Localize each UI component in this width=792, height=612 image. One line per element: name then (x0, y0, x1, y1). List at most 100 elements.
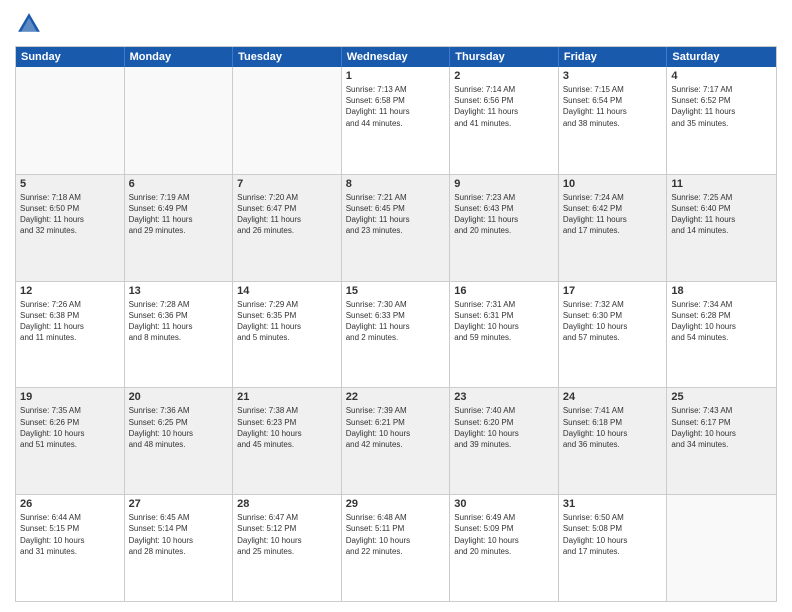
calendar-cell-23: 21 Sunrise: 7:38 AMSunset: 6:23 PMDayligh… (233, 388, 342, 494)
header (15, 10, 777, 38)
day-number: 25 (671, 391, 772, 403)
day-number: 21 (237, 391, 337, 403)
cell-info: Sunrise: 7:41 AMSunset: 6:18 PMDaylight:… (563, 405, 663, 450)
cell-info: Sunrise: 7:30 AMSunset: 6:33 PMDaylight:… (346, 299, 446, 344)
day-number: 1 (346, 70, 446, 82)
cell-info: Sunrise: 7:38 AMSunset: 6:23 PMDaylight:… (237, 405, 337, 450)
day-number: 24 (563, 391, 663, 403)
calendar-cell-0 (16, 67, 125, 174)
cell-info: Sunrise: 6:47 AMSunset: 5:12 PMDaylight:… (237, 512, 337, 557)
cell-info: Sunrise: 7:23 AMSunset: 6:43 PMDaylight:… (454, 192, 554, 237)
calendar-body: 1 Sunrise: 7:13 AMSunset: 6:58 PMDaylight… (16, 67, 776, 601)
day-number: 7 (237, 178, 337, 190)
calendar-row-3: 12 Sunrise: 7:26 AMSunset: 6:38 PMDayligh… (16, 281, 776, 388)
logo (15, 10, 47, 38)
cell-info: Sunrise: 6:49 AMSunset: 5:09 PMDaylight:… (454, 512, 554, 557)
day-number: 12 (20, 285, 120, 297)
calendar-cell-14: 12 Sunrise: 7:26 AMSunset: 6:38 PMDayligh… (16, 282, 125, 388)
day-number: 13 (129, 285, 229, 297)
cell-info: Sunrise: 7:35 AMSunset: 6:26 PMDaylight:… (20, 405, 120, 450)
calendar-cell-26: 24 Sunrise: 7:41 AMSunset: 6:18 PMDayligh… (559, 388, 668, 494)
calendar-cell-3: 1 Sunrise: 7:13 AMSunset: 6:58 PMDaylight… (342, 67, 451, 174)
calendar-cell-12: 10Sunrise: 7:24 AMSunset: 6:42 PMDayligh… (559, 175, 668, 281)
cell-info: Sunrise: 7:24 AMSunset: 6:42 PMDaylight:… (563, 192, 663, 237)
calendar-cell-2 (233, 67, 342, 174)
day-number: 3 (563, 70, 663, 82)
day-number: 9 (454, 178, 554, 190)
day-number: 15 (346, 285, 446, 297)
calendar-cell-15: 13 Sunrise: 7:28 AMSunset: 6:36 PMDayligh… (125, 282, 234, 388)
day-number: 6 (129, 178, 229, 190)
cell-info: Sunrise: 7:31 AMSunset: 6:31 PMDaylight:… (454, 299, 554, 344)
calendar-cell-5: 3 Sunrise: 7:15 AMSunset: 6:54 PMDaylight… (559, 67, 668, 174)
cell-info: Sunrise: 6:44 AMSunset: 5:15 PMDaylight:… (20, 512, 120, 557)
calendar-cell-8: 6 Sunrise: 7:19 AMSunset: 6:49 PMDaylight… (125, 175, 234, 281)
day-number: 26 (20, 498, 120, 510)
cell-info: Sunrise: 7:21 AMSunset: 6:45 PMDaylight:… (346, 192, 446, 237)
calendar-cell-32: 30 Sunrise: 6:49 AMSunset: 5:09 PMDayligh… (450, 495, 559, 601)
calendar-row-5: 26 Sunrise: 6:44 AMSunset: 5:15 PMDayligh… (16, 494, 776, 601)
cell-info: Sunrise: 7:14 AMSunset: 6:56 PMDaylight:… (454, 84, 554, 129)
day-number: 20 (129, 391, 229, 403)
calendar-cell-11: 9 Sunrise: 7:23 AMSunset: 6:43 PMDaylight… (450, 175, 559, 281)
header-day-wednesday: Wednesday (342, 47, 451, 67)
day-number: 31 (563, 498, 663, 510)
calendar-cell-34 (667, 495, 776, 601)
cell-info: Sunrise: 7:34 AMSunset: 6:28 PMDaylight:… (671, 299, 772, 344)
calendar-cell-28: 26 Sunrise: 6:44 AMSunset: 5:15 PMDayligh… (16, 495, 125, 601)
cell-info: Sunrise: 7:18 AMSunset: 6:50 PMDaylight:… (20, 192, 120, 237)
cell-info: Sunrise: 7:43 AMSunset: 6:17 PMDaylight:… (671, 405, 772, 450)
calendar-cell-21: 19 Sunrise: 7:35 AMSunset: 6:26 PMDayligh… (16, 388, 125, 494)
cell-info: Sunrise: 7:29 AMSunset: 6:35 PMDaylight:… (237, 299, 337, 344)
cell-info: Sunrise: 7:39 AMSunset: 6:21 PMDaylight:… (346, 405, 446, 450)
day-number: 28 (237, 498, 337, 510)
calendar-cell-9: 7 Sunrise: 7:20 AMSunset: 6:47 PMDaylight… (233, 175, 342, 281)
cell-info: Sunrise: 7:26 AMSunset: 6:38 PMDaylight:… (20, 299, 120, 344)
day-number: 17 (563, 285, 663, 297)
day-number: 27 (129, 498, 229, 510)
day-number: 30 (454, 498, 554, 510)
calendar-cell-33: 31 Sunrise: 6:50 AMSunset: 5:08 PMDayligh… (559, 495, 668, 601)
calendar-cell-7: 5 Sunrise: 7:18 AMSunset: 6:50 PMDaylight… (16, 175, 125, 281)
cell-info: Sunrise: 6:45 AMSunset: 5:14 PMDaylight:… (129, 512, 229, 557)
calendar-cell-29: 27 Sunrise: 6:45 AMSunset: 5:14 PMDayligh… (125, 495, 234, 601)
cell-info: Sunrise: 6:50 AMSunset: 5:08 PMDaylight:… (563, 512, 663, 557)
cell-info: Sunrise: 7:17 AMSunset: 6:52 PMDaylight:… (671, 84, 772, 129)
calendar-cell-17: 15 Sunrise: 7:30 AMSunset: 6:33 PMDayligh… (342, 282, 451, 388)
cell-info: Sunrise: 6:48 AMSunset: 5:11 PMDaylight:… (346, 512, 446, 557)
day-number: 22 (346, 391, 446, 403)
day-number: 11 (671, 178, 772, 190)
page: SundayMondayTuesdayWednesdayThursdayFrid… (0, 0, 792, 612)
calendar-cell-24: 22 Sunrise: 7:39 AMSunset: 6:21 PMDayligh… (342, 388, 451, 494)
calendar-cell-16: 14 Sunrise: 7:29 AMSunset: 6:35 PMDayligh… (233, 282, 342, 388)
calendar-cell-19: 17 Sunrise: 7:32 AMSunset: 6:30 PMDayligh… (559, 282, 668, 388)
calendar-cell-22: 20 Sunrise: 7:36 AMSunset: 6:25 PMDayligh… (125, 388, 234, 494)
calendar-cell-25: 23Sunrise: 7:40 AMSunset: 6:20 PMDayligh… (450, 388, 559, 494)
day-number: 29 (346, 498, 446, 510)
cell-info: Sunrise: 7:32 AMSunset: 6:30 PMDaylight:… (563, 299, 663, 344)
cell-info: Sunrise: 7:15 AMSunset: 6:54 PMDaylight:… (563, 84, 663, 129)
cell-info: Sunrise: 7:13 AMSunset: 6:58 PMDaylight:… (346, 84, 446, 129)
calendar-cell-1 (125, 67, 234, 174)
header-day-tuesday: Tuesday (233, 47, 342, 67)
calendar-cell-31: 29 Sunrise: 6:48 AMSunset: 5:11 PMDayligh… (342, 495, 451, 601)
day-number: 8 (346, 178, 446, 190)
cell-info: Sunrise: 7:28 AMSunset: 6:36 PMDaylight:… (129, 299, 229, 344)
cell-info: Sunrise: 7:20 AMSunset: 6:47 PMDaylight:… (237, 192, 337, 237)
calendar-cell-30: 28 Sunrise: 6:47 AMSunset: 5:12 PMDayligh… (233, 495, 342, 601)
calendar-cell-27: 25 Sunrise: 7:43 AMSunset: 6:17 PMDayligh… (667, 388, 776, 494)
day-number: 18 (671, 285, 772, 297)
logo-icon (15, 10, 43, 38)
cell-info: Sunrise: 7:25 AMSunset: 6:40 PMDaylight:… (671, 192, 772, 237)
day-number: 5 (20, 178, 120, 190)
header-day-friday: Friday (559, 47, 668, 67)
cell-info: Sunrise: 7:36 AMSunset: 6:25 PMDaylight:… (129, 405, 229, 450)
day-number: 14 (237, 285, 337, 297)
day-number: 19 (20, 391, 120, 403)
calendar-cell-6: 4Sunrise: 7:17 AMSunset: 6:52 PMDaylight… (667, 67, 776, 174)
calendar-row-1: 1 Sunrise: 7:13 AMSunset: 6:58 PMDaylight… (16, 67, 776, 174)
calendar: SundayMondayTuesdayWednesdayThursdayFrid… (15, 46, 777, 602)
cell-info: Sunrise: 7:19 AMSunset: 6:49 PMDaylight:… (129, 192, 229, 237)
calendar-cell-13: 11 Sunrise: 7:25 AMSunset: 6:40 PMDayligh… (667, 175, 776, 281)
calendar-row-2: 5 Sunrise: 7:18 AMSunset: 6:50 PMDaylight… (16, 174, 776, 281)
